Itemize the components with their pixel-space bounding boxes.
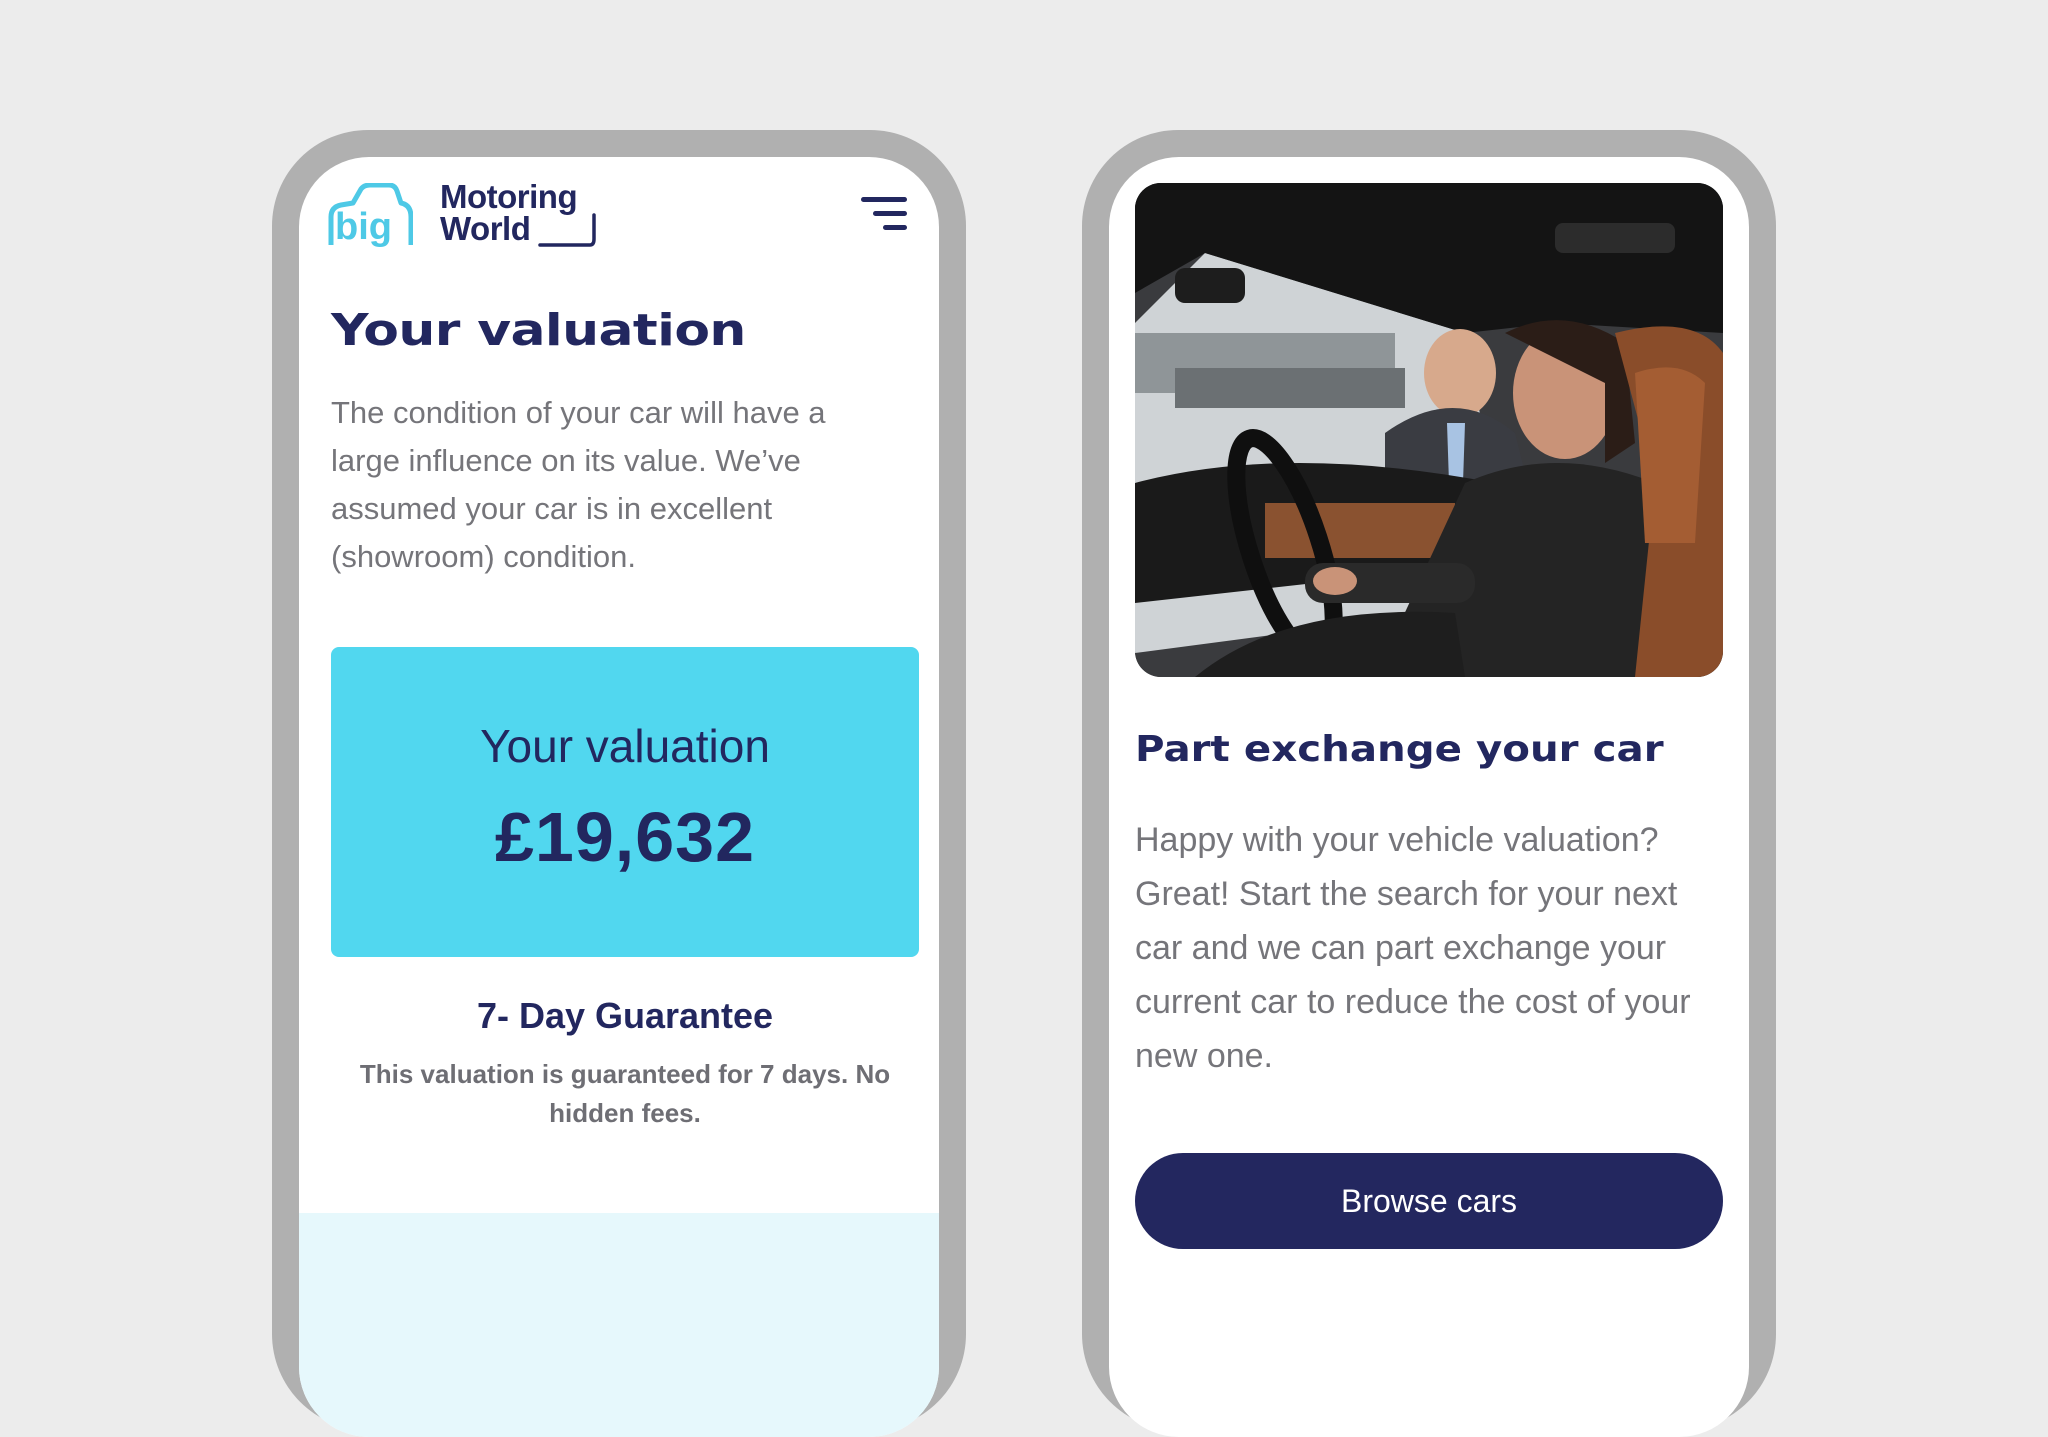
car-dealership-photo [1135,183,1723,677]
menu-bar [861,197,907,202]
valuation-card: Your valuation £19,632 [331,647,919,957]
big-logo-mark-icon: big [328,183,413,248]
brand-logo[interactable]: big Motoring World [323,180,596,255]
phone-frame-right: Part exchange your car Happy with your v… [1082,130,1776,1437]
logo-mark-text: big [335,206,392,248]
menu-bar [873,211,907,216]
next-section-band [299,1213,939,1437]
guarantee-title: 7- Day Guarantee [476,995,774,1036]
valuation-amount: £19,632 [494,798,756,876]
valuation-intro-text: The condition of your car will have a la… [331,395,826,574]
menu-bar [883,225,907,230]
car-interior-illustration [1135,183,1723,677]
phone-frame-left: big Motoring World Your valuation The co… [272,130,966,1437]
hamburger-menu-icon[interactable] [859,197,907,237]
page-title: Your valuation [331,305,746,356]
brand-name-underline-icon [538,213,596,247]
browse-cars-button[interactable]: Browse cars [1135,1153,1723,1249]
screen-valuation: big Motoring World Your valuation The co… [299,157,939,1437]
valuation-card-label: Your valuation [480,720,770,772]
screen-part-exchange: Part exchange your car Happy with your v… [1109,157,1749,1437]
part-exchange-text: Happy with your vehicle valuation? Great… [1135,821,1691,1075]
guarantee-text: This valuation is guaranteed for 7 days.… [359,1059,891,1128]
part-exchange-title: Part exchange your car [1135,729,1664,770]
